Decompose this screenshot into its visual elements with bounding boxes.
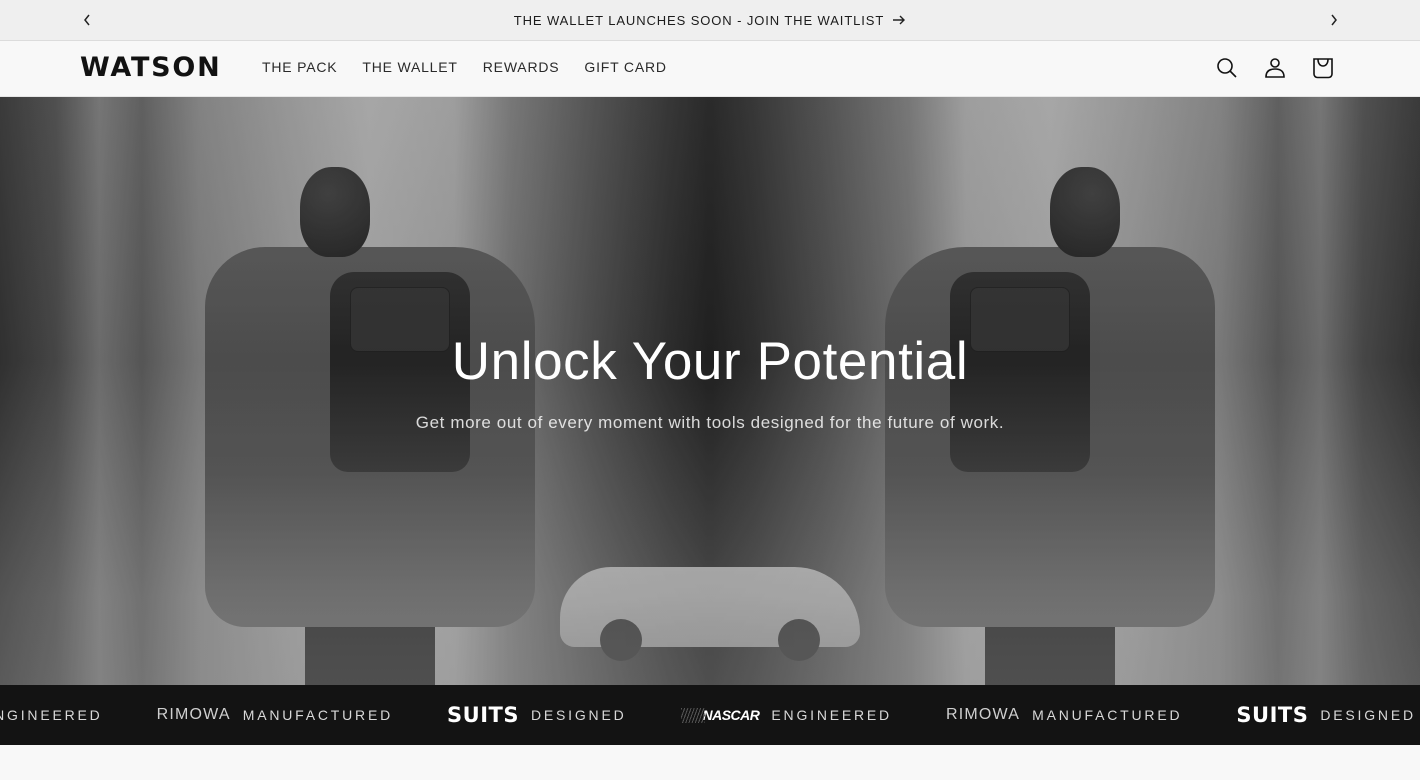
site-header: WATSON THE PACK THE WALLET REWARDS GIFT … (0, 41, 1420, 97)
announcement-prev-button[interactable] (77, 10, 97, 30)
cart-icon (1313, 58, 1333, 79)
account-icon (1265, 58, 1285, 78)
announcement-next-button[interactable] (1324, 10, 1344, 30)
marquee-item: RIMOWA MANUFACTURED (157, 706, 393, 724)
hero-subtitle: Get more out of every moment with tools … (415, 413, 1005, 432)
nav-item-the-wallet[interactable]: THE WALLET (362, 59, 457, 75)
marquee-item: RIMOWA MANUFACTURED (946, 706, 1182, 724)
header-icons (1214, 55, 1336, 81)
chevron-right-icon (1331, 14, 1337, 26)
page-body-start (0, 745, 1420, 780)
cart-button[interactable] (1310, 55, 1336, 81)
brand-logo-suits: SUITS (1236, 703, 1309, 727)
nav-item-gift-card[interactable]: GIFT CARD (584, 59, 666, 75)
account-button[interactable] (1262, 55, 1288, 81)
marquee-track: ENGINEERED RIMOWA MANUFACTURED SUITS DES… (0, 685, 1420, 745)
nav-item-the-pack[interactable]: THE PACK (262, 59, 337, 75)
brand-logo-suits: SUITS (447, 703, 519, 727)
announcement-link[interactable]: THE WALLET LAUNCHES SOON - JOIN THE WAIT… (514, 13, 906, 28)
announcement-bar: THE WALLET LAUNCHES SOON - JOIN THE WAIT… (0, 0, 1420, 41)
marquee-word: DESIGNED (530, 707, 627, 723)
nav-item-rewards[interactable]: REWARDS (483, 59, 560, 75)
marquee-item: SUITS DESIGNED (1236, 703, 1415, 727)
hero-title: Unlock Your Potential (451, 332, 969, 391)
announcement-text: THE WALLET LAUNCHES SOON - JOIN THE WAIT… (513, 12, 885, 28)
brand-logo-rimowa: RIMOWA (156, 706, 231, 723)
marquee-item: NASCAR ENGINEERED (680, 707, 892, 723)
main-nav: THE PACK THE WALLET REWARDS GIFT CARD (262, 59, 692, 75)
chevron-left-icon (84, 14, 90, 26)
marquee-word: MANUFACTURED (1032, 707, 1183, 723)
arrow-right-icon (893, 15, 906, 25)
marquee-word: ENGINEERED (771, 707, 892, 723)
brand-logo-rimowa: RIMOWA (945, 706, 1021, 723)
hero-text: Unlock Your Potential Get more out of ev… (0, 335, 1420, 433)
hero-banner: Unlock Your Potential Get more out of ev… (0, 97, 1420, 685)
marquee-item: ENGINEERED (0, 707, 103, 723)
search-button[interactable] (1214, 55, 1240, 81)
marquee-word: ENGINEERED (0, 707, 103, 723)
marquee-item: SUITS DESIGNED (447, 703, 626, 727)
brand-marquee: ENGINEERED RIMOWA MANUFACTURED SUITS DES… (0, 685, 1420, 745)
logo[interactable]: WATSON (80, 52, 222, 82)
search-icon (1217, 58, 1237, 78)
brand-logo-nascar: NASCAR (680, 707, 760, 723)
marquee-word: MANUFACTURED (242, 707, 394, 723)
marquee-word: DESIGNED (1320, 707, 1416, 723)
